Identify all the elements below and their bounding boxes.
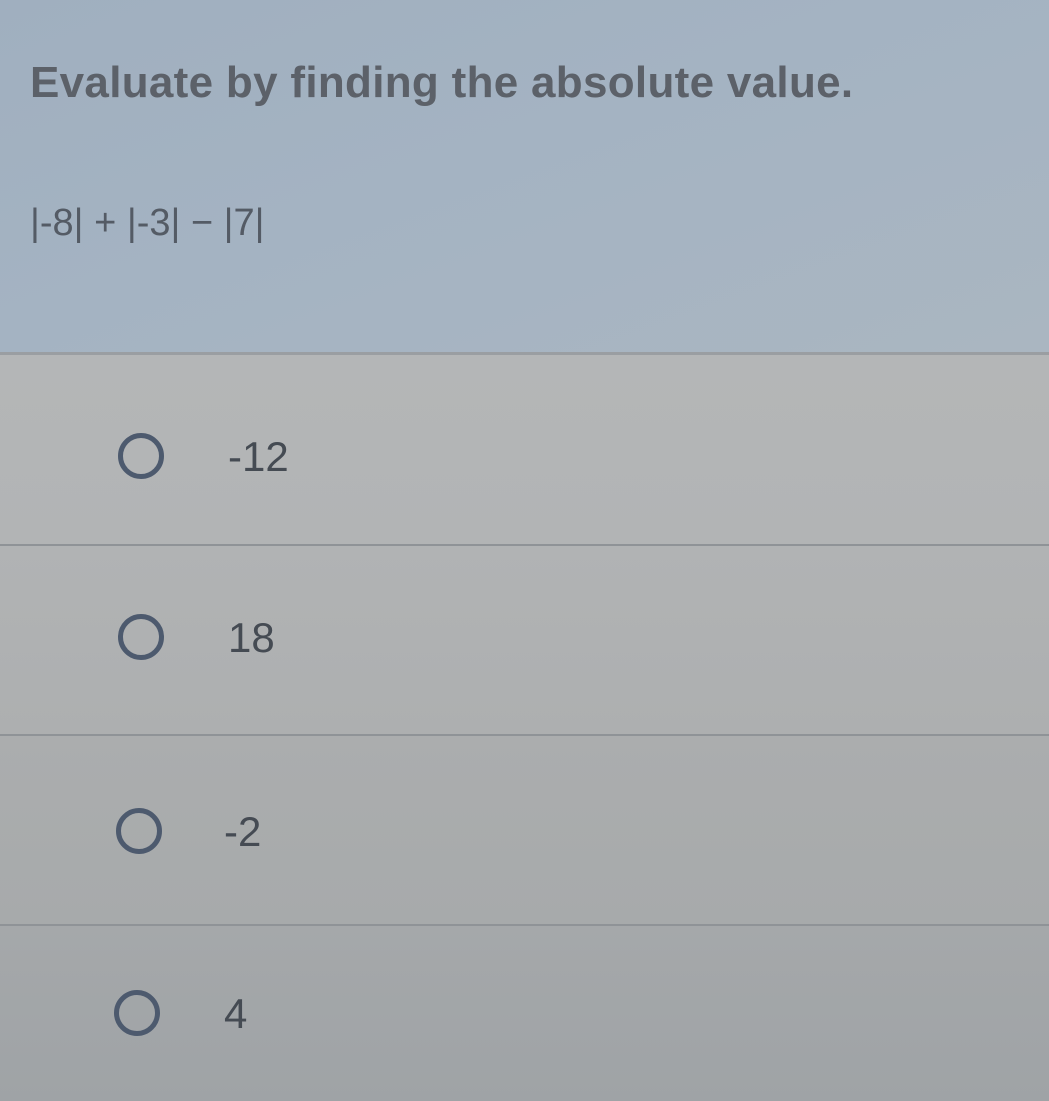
- answer-option-1[interactable]: -12: [0, 352, 1049, 544]
- answer-option-4[interactable]: 4: [0, 924, 1049, 1101]
- quiz-page: Evaluate by finding the absolute value. …: [0, 0, 1049, 1101]
- answer-option-label: -2: [224, 808, 262, 855]
- radio-unchecked-icon[interactable]: [114, 990, 160, 1036]
- radio-unchecked-icon[interactable]: [116, 808, 162, 854]
- question-prompt: Evaluate by finding the absolute value.: [30, 58, 854, 107]
- answer-option-3[interactable]: -2: [0, 734, 1049, 924]
- answer-option-label: -12: [228, 433, 289, 480]
- radio-unchecked-icon[interactable]: [118, 614, 164, 660]
- math-expression: |-8| + |-3| − |7|: [30, 202, 265, 244]
- answer-option-label: 18: [228, 614, 275, 661]
- answer-options: -12 18 -2 4: [0, 352, 1049, 1101]
- question-header: Evaluate by finding the absolute value. …: [0, 0, 1049, 352]
- radio-unchecked-icon[interactable]: [118, 433, 164, 479]
- answer-option-label: 4: [224, 990, 248, 1037]
- answer-option-2[interactable]: 18: [0, 544, 1049, 734]
